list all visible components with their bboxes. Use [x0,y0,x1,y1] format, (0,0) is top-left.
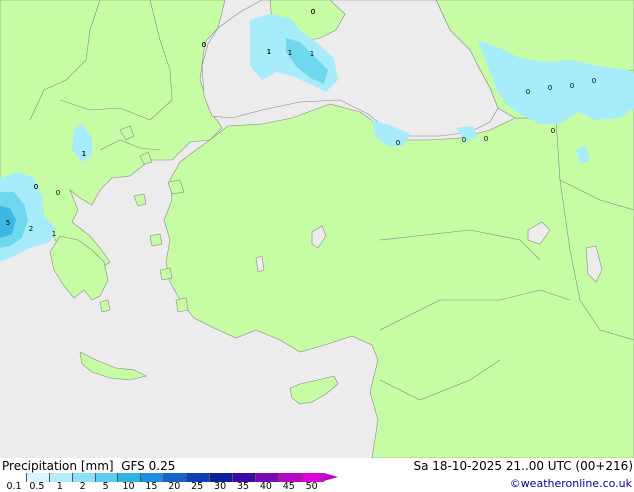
precipitation-map: 0 0 0 0 0 0 0 0 0 0 0 0 0 0 0 1 1 1 1 1 … [0,0,634,458]
map-value-label: 1 [52,230,56,238]
map-footer: Precipitation [mm] GFS 0.25 Sa 18-10-202… [0,458,634,491]
map-value-label: 0 [548,84,552,92]
map-value-label: 1 [310,50,314,58]
map-value-label: 0 [462,136,466,144]
map-value-label: 0 [202,41,206,49]
map-value-label: 0 [592,77,596,85]
map-value-label: 0 [34,183,38,191]
map-value-label: 0 [484,135,488,143]
map-value-label: 1 [267,48,271,56]
map-value-label: 1 [82,150,86,158]
credit-link[interactable]: ©weatheronline.co.uk [510,477,632,490]
map-value-label: 5 [6,219,10,227]
map-value-label: 0 [551,127,555,135]
map-value-label: 0 [570,82,574,90]
map-value-label: 0 [56,189,60,197]
forecast-datetime: Sa 18-10-2025 21..00 UTC (00+216) [413,459,633,473]
map-value-label: 2 [29,225,33,233]
map-value-label: 1 [288,49,292,57]
colorbar-arrow [324,473,339,481]
map-value-label: 0 [311,8,315,16]
map-value-label: 0 [526,88,530,96]
map-value-label: 0 [396,139,400,147]
map-title: Precipitation [mm] GFS 0.25 [2,459,176,473]
